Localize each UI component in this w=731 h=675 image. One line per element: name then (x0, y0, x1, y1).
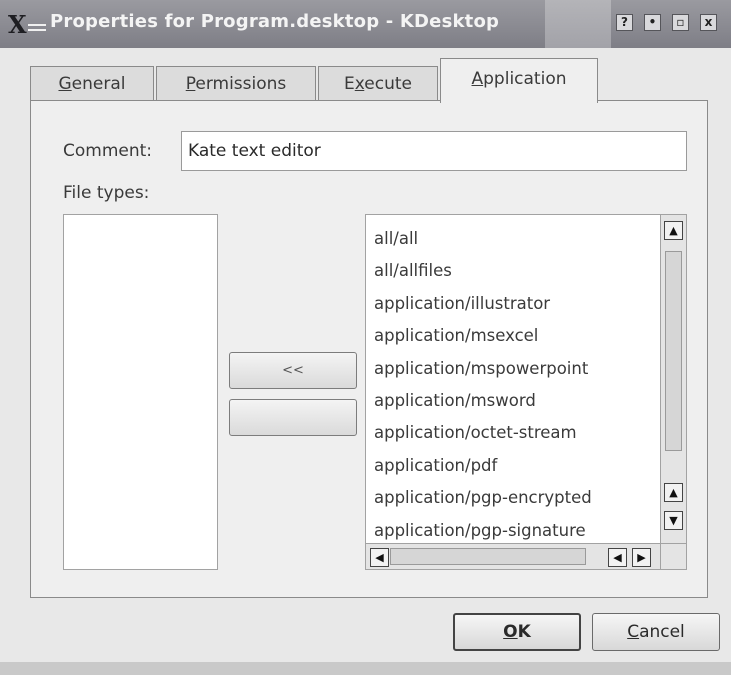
scroll-down-icon[interactable]: ▼ (664, 511, 683, 530)
list-item[interactable]: application/octet-stream (374, 417, 592, 449)
ok-label: K (517, 622, 531, 642)
list-item[interactable]: application/mspowerpoint (374, 353, 592, 385)
close-button[interactable]: x (700, 14, 717, 31)
ok-mnemonic: O (503, 622, 518, 642)
tab-execute-mnemonic: x (354, 74, 365, 94)
tab-bar: General Permissions Execute Application (0, 52, 731, 103)
list-item[interactable]: application/msword (374, 385, 592, 417)
tab-permissions-mnemonic: P (185, 74, 196, 94)
remove-file-type-button[interactable] (229, 399, 357, 436)
available-file-types-list[interactable]: all/all all/allfiles application/illustr… (365, 214, 687, 570)
list-item[interactable]: all/allfiles (374, 255, 592, 287)
cancel-label: ancel (639, 622, 685, 642)
scroll-left-icon[interactable]: ◀ (608, 548, 627, 567)
selected-file-types-list[interactable] (63, 214, 218, 570)
tab-execute-label: ecute (364, 74, 412, 94)
tab-execute-label-pre: E (343, 74, 355, 94)
title-bar[interactable]: X Properties for Program.desktop - KDesk… (0, 0, 731, 48)
title-bar-spacer (545, 0, 611, 48)
scroll-corner (660, 543, 686, 569)
tab-permissions[interactable]: Permissions (156, 66, 316, 102)
tab-general-mnemonic: G (58, 74, 72, 94)
help-button[interactable]: ? (616, 14, 633, 31)
list-item[interactable]: application/illustrator (374, 288, 592, 320)
tab-general[interactable]: General (30, 66, 154, 102)
mime-type-items: all/all all/allfiles application/illustr… (374, 223, 592, 547)
cancel-mnemonic: C (627, 622, 640, 642)
ok-button[interactable]: OK (453, 613, 581, 651)
list-item[interactable]: application/pdf (374, 450, 592, 482)
maximize-button[interactable]: ▫ (672, 14, 689, 31)
minimize-button[interactable]: • (644, 14, 661, 31)
window-menu-icon[interactable]: X (8, 12, 48, 38)
cancel-button[interactable]: Cancel (592, 613, 720, 651)
scroll-left-icon[interactable]: ◀ (370, 548, 389, 567)
list-item[interactable]: application/pgp-encrypted (374, 482, 592, 514)
scroll-right-icon[interactable]: ▶ (632, 548, 651, 567)
scroll-up-icon[interactable]: ▲ (664, 221, 683, 240)
window-bottom-border (0, 662, 731, 675)
comment-input[interactable] (181, 131, 687, 171)
window-title: Properties for Program.desktop - KDeskto… (50, 11, 500, 32)
tab-application-label: pplication (483, 69, 567, 89)
tab-application[interactable]: Application (440, 58, 598, 103)
file-types-label: File types: (63, 183, 150, 203)
tab-permissions-label: ermissions (195, 74, 287, 94)
list-item[interactable]: application/msexcel (374, 320, 592, 352)
vertical-scrollbar[interactable]: ▲ ▲ ▼ (660, 215, 686, 545)
horizontal-scroll-thumb[interactable] (390, 548, 586, 565)
horizontal-scrollbar[interactable]: ◀ ◀ ▶ (366, 543, 662, 569)
vertical-scroll-thumb[interactable] (665, 251, 682, 451)
tab-application-mnemonic: A (471, 69, 484, 89)
add-file-type-button[interactable]: << (229, 352, 357, 389)
tab-general-label: eneral (71, 74, 126, 94)
tab-execute[interactable]: Execute (318, 66, 438, 102)
list-item[interactable]: all/all (374, 223, 592, 255)
comment-label: Comment: (63, 141, 153, 161)
scroll-up-icon[interactable]: ▲ (664, 483, 683, 502)
